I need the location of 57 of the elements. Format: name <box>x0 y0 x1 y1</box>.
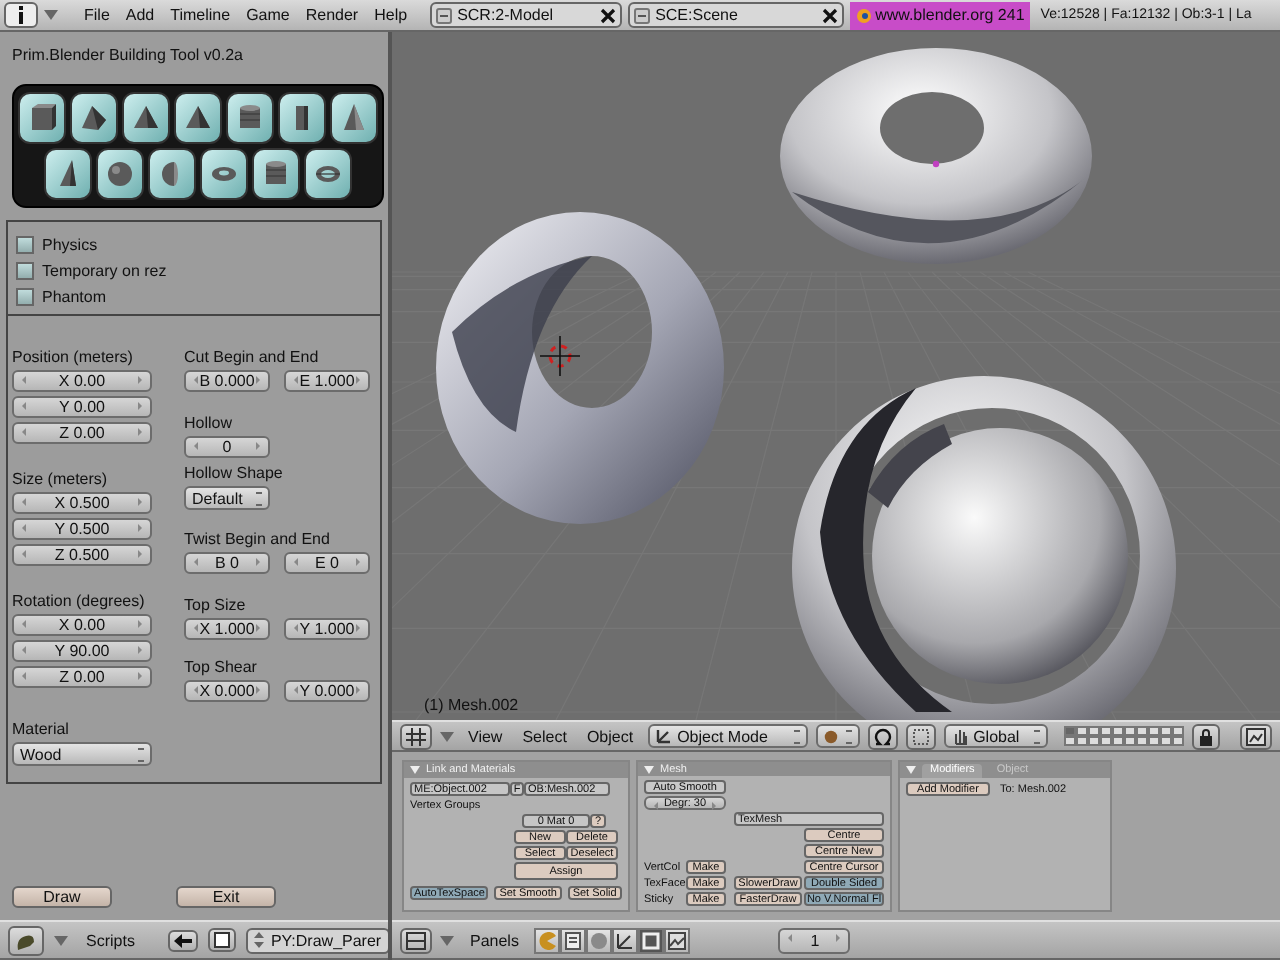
screen-field[interactable]: SCR:2-Model <box>429 2 622 28</box>
script-button[interactable]: Exit <box>176 886 276 908</box>
field-label: Top Shear <box>184 658 259 678</box>
field-label: Position (meters) <box>12 348 135 368</box>
object-label: (1) Mesh.002 <box>424 696 519 714</box>
field-label: Material <box>12 720 71 740</box>
dropdown[interactable]: Wood <box>12 742 152 766</box>
number-field[interactable]: Y 0.00 <box>12 396 152 418</box>
number-field[interactable]: Z 0.00 <box>12 422 152 444</box>
number-field[interactable]: X 0.00 <box>12 370 152 392</box>
number-field[interactable]: Z 0.500 <box>12 544 152 566</box>
mode-dropdown[interactable]: Object Mode <box>647 724 808 748</box>
menu-item[interactable]: Game <box>238 6 298 24</box>
menu-item[interactable]: Timeline <box>162 6 239 24</box>
number-field[interactable]: X 0.000 <box>184 680 270 702</box>
menu-item[interactable]: Help <box>366 6 416 24</box>
frame-field[interactable]: 1 <box>778 927 851 953</box>
script-button[interactable]: Draw <box>12 886 112 908</box>
website-link[interactable]: www.blender.org 241 <box>849 1 1031 29</box>
field-label: Hollow <box>184 414 235 434</box>
script-title: Prim.Blender Building Tool v0.2a <box>12 46 245 64</box>
menu-item[interactable]: Scripts <box>86 931 135 949</box>
checkbox-label: Phantom <box>42 287 107 305</box>
field-label: Twist Begin and End <box>184 530 332 550</box>
number-field[interactable]: E 0 <box>284 552 370 574</box>
field-text: SCE:Scene <box>655 6 740 24</box>
number-field[interactable]: B 0.000 <box>184 370 270 392</box>
script-field[interactable]: PY:Draw_Parer <box>246 927 388 953</box>
number-field[interactable]: Z 0.00 <box>12 666 152 688</box>
menu-item[interactable]: Object <box>580 727 640 745</box>
menu-item[interactable]: Panels <box>470 931 519 949</box>
field-text: SCR:2-Model <box>457 6 556 24</box>
field-label: Cut Begin and End <box>184 348 321 368</box>
dropdown[interactable]: Default <box>184 486 270 510</box>
number-field[interactable]: E 1.000 <box>284 370 370 392</box>
menu-item[interactable]: Add <box>117 6 163 24</box>
number-field[interactable]: X 0.00 <box>12 614 152 636</box>
number-field[interactable]: B 0 <box>184 552 270 574</box>
field-label: Size (meters) <box>12 470 110 490</box>
menu-item[interactable]: View <box>462 727 509 745</box>
number-field[interactable]: Y 0.500 <box>12 518 152 540</box>
number-field[interactable]: Y 1.000 <box>284 618 370 640</box>
number-field[interactable]: Y 90.00 <box>12 640 152 662</box>
number-field[interactable]: 0 <box>184 436 270 458</box>
number-field[interactable]: Y 0.000 <box>284 680 370 702</box>
checkbox-label: Temporary on rez <box>42 261 167 279</box>
checkbox-label: Physics <box>42 235 98 253</box>
menu-item[interactable]: Render <box>297 6 367 24</box>
orientation-dropdown[interactable]: Global <box>943 724 1048 748</box>
menu-item[interactable]: Select <box>516 727 573 745</box>
scene-field[interactable]: SCE:Scene <box>627 2 844 28</box>
number-field[interactable]: X 0.500 <box>12 492 152 514</box>
number-field[interactable]: X 1.000 <box>184 618 270 640</box>
field-label: Rotation (degrees) <box>12 592 147 612</box>
field-label: Top Size <box>184 596 248 616</box>
field-label: Hollow Shape <box>184 464 285 484</box>
menu-item[interactable]: File <box>76 6 118 24</box>
